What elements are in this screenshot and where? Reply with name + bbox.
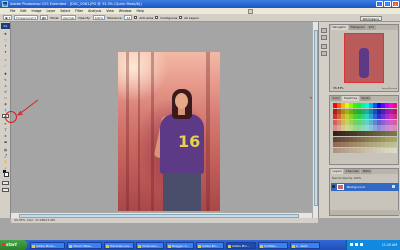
tab-info[interactable]: Info [367, 25, 376, 30]
taskbar-item[interactable]: (Unknown)... [136, 242, 164, 249]
taskbar-item-label: Adobe Pho... [232, 244, 250, 248]
taskbar-app-icon [106, 244, 109, 248]
clock[interactable]: 11:29 AM [382, 243, 397, 247]
layer-lock-icon [392, 185, 395, 188]
taskbar-item-label: Untitled... [264, 244, 278, 248]
tree-trunk [138, 52, 140, 211]
taskbar-item[interactable]: Blogger: C... [166, 242, 194, 249]
dock-history-icon[interactable] [321, 28, 327, 33]
taskbar-app-icon [168, 244, 171, 248]
taskbar-item-active[interactable]: Adobe Pho... [226, 242, 256, 249]
layer-visibility-eye-icon[interactable] [332, 185, 335, 188]
taskbar-app-icon [228, 244, 231, 248]
navigator-zoom-bar: 33.33% ▵───◇───▵ [333, 86, 397, 90]
color-swatch[interactable] [393, 136, 397, 142]
color-swatch[interactable] [393, 108, 397, 114]
tree-trunk [126, 52, 129, 211]
taskbar-app-icon [32, 244, 35, 248]
windows-logo-icon [2, 243, 5, 246]
doc-size-readout[interactable]: Doc: 17.2M/17.2M [27, 218, 54, 222]
taskbar-item-label: (Unknown)... [142, 244, 160, 248]
taskbar-item[interactable]: Yahoo! Mess... [67, 242, 102, 249]
tree-trunk [206, 52, 210, 211]
taskbar-item-label: Windows Live... [110, 244, 132, 248]
photo-subject-face [175, 93, 188, 109]
taskbar-item-label: Blogger: C... [172, 244, 190, 248]
annotation-arrow-left [17, 99, 39, 116]
dock-actions-icon[interactable] [321, 35, 327, 40]
color-swatch[interactable] [393, 114, 397, 120]
navigator-panel: Navigator Histogram Info 33.33% ▵───◇───▵ [329, 24, 399, 92]
taskbar-app-icon [260, 244, 263, 248]
tab-swatches[interactable]: Swatches [342, 96, 359, 101]
taskbar-item[interactable]: Adobe Bri... [196, 242, 224, 249]
taskbar-item-label: Adobe Bri... [202, 244, 219, 248]
tree-trunk [151, 52, 154, 211]
color-swatch[interactable] [393, 103, 397, 109]
swatch-grid[interactable] [333, 103, 397, 153]
layer-thumbnail [337, 184, 344, 190]
taskbar-item-label: Adobe Photo... [36, 244, 57, 248]
taskbar-app-icon [292, 244, 295, 248]
taskbar-app-icon [138, 244, 141, 248]
color-swatch[interactable] [393, 119, 397, 126]
layers-footer-buttons[interactable] [330, 210, 400, 215]
tab-channels[interactable]: Channels [344, 169, 361, 174]
taskbar-app-icon [198, 244, 201, 248]
navigator-thumbnail-subject [359, 48, 369, 78]
color-swatch[interactable] [393, 142, 397, 148]
swatches-tabs: Color Swatches Styles [330, 96, 398, 101]
navigator-tabs: Navigator Histogram Info [330, 25, 398, 30]
tab-styles[interactable]: Styles [359, 96, 372, 101]
layers-tabs: Layers Channels Paths [330, 169, 398, 174]
color-swatch[interactable] [393, 125, 397, 131]
taskbar-item[interactable]: Adobe Photo... [30, 242, 65, 249]
document-status-bar: 33.33% Doc: 17.2M/17.2M [11, 218, 318, 223]
navigator-preview[interactable] [344, 33, 384, 83]
layers-panel: Layers Channels Paths Normal Opacity: 10… [329, 168, 400, 216]
tray-network-icon[interactable] [350, 243, 353, 246]
document-canvas-quick-mask[interactable]: 16 [118, 52, 220, 211]
layer-blend-options[interactable]: Normal Opacity: 100% [332, 176, 361, 181]
photo-shirt-number: 16 [178, 132, 201, 151]
taskbar-item[interactable]: Windows Live... [104, 242, 134, 249]
taskbar-item[interactable]: 2 - Paint [290, 242, 320, 249]
right-panels: Navigator Histogram Info 33.33% ▵───◇───▵… [328, 22, 400, 218]
dock-clone-source-icon[interactable] [321, 51, 327, 56]
taskbar-item[interactable]: Untitled... [258, 242, 288, 249]
tab-color[interactable]: Color [331, 96, 342, 101]
taskbar-item-label: Yahoo! Mess... [73, 244, 93, 248]
color-swatch[interactable] [393, 147, 397, 153]
tray-messenger-icon[interactable] [360, 243, 363, 246]
zoom-readout[interactable]: 33.33% [14, 218, 25, 222]
color-swatch[interactable] [393, 130, 397, 137]
zoom-slider[interactable]: ▵───◇───▵ [382, 86, 397, 90]
navigator-zoom-value[interactable]: 33.33% [333, 86, 344, 90]
tab-navigator[interactable]: Navigator [331, 25, 348, 30]
taskbar-app-icon [69, 244, 72, 248]
tab-layers[interactable]: Layers [331, 169, 344, 174]
tab-histogram[interactable]: Histogram [348, 25, 367, 30]
taskbar-item-label: 2 - Paint [296, 244, 308, 248]
swatches-panel: Color Swatches Styles [329, 95, 399, 165]
collapsed-panel-dock [318, 22, 328, 218]
photo-subject-jeans [163, 173, 201, 211]
dock-brushes-icon[interactable] [321, 44, 327, 49]
tray-volume-icon[interactable] [355, 243, 358, 246]
tab-paths[interactable]: Paths [361, 169, 372, 174]
